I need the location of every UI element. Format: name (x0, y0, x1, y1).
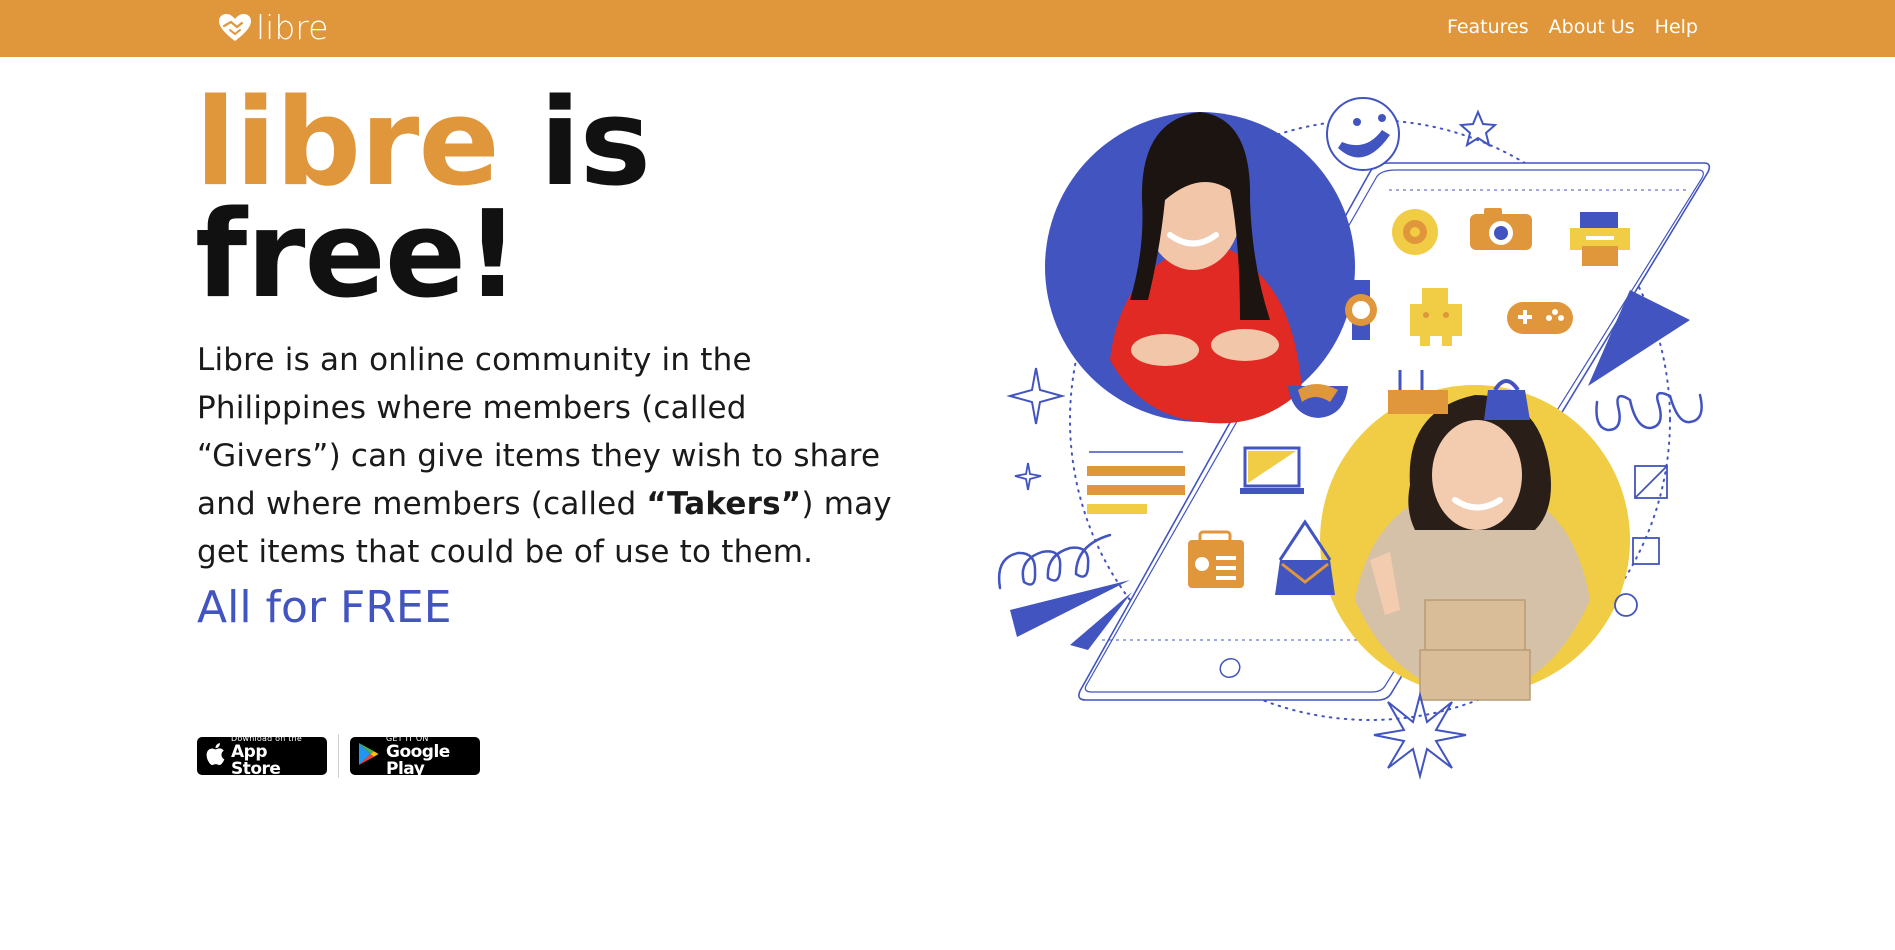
square-diagonal-icon (1634, 465, 1668, 499)
logo-text: libre (256, 8, 329, 47)
apple-icon (205, 742, 225, 770)
sparkle-small-icon (1014, 462, 1042, 491)
radio-icon (1188, 530, 1244, 588)
nav-link-help[interactable]: Help (1655, 16, 1698, 38)
squiggle-left-icon (997, 533, 1112, 590)
smiley-icon (1326, 97, 1400, 171)
sparkle-icon (1006, 367, 1066, 425)
starburst-icon (1373, 691, 1467, 780)
giver-portrait (1045, 112, 1355, 424)
spike-left-bottom-icon (1010, 580, 1130, 637)
store-badges: Download on the App Store GET IT ON Goog… (197, 734, 480, 778)
nav-link-features[interactable]: Features (1447, 16, 1529, 38)
top-navbar: libre Features About Us Help (0, 0, 1895, 57)
app-store-badge-text: Download on the App Store (231, 734, 319, 779)
hero-illustration (990, 90, 1720, 790)
hero-description-takers: “Takers” (646, 486, 802, 522)
google-play-badge[interactable]: GET IT ON Google Play (350, 734, 480, 779)
hero-title-is: is (498, 74, 652, 213)
nav-links: Features About Us Help (1447, 0, 1698, 53)
app-store-badge-big: App Store (231, 741, 281, 779)
coin-icon (1392, 209, 1438, 255)
camera-icon (1470, 208, 1532, 250)
app-store-badge[interactable]: Download on the App Store (197, 734, 327, 779)
hero-title: libre is free! (195, 84, 651, 316)
hero-description: Libre is an online community in the Phil… (197, 336, 897, 576)
hero-tagline: All for FREE (197, 582, 452, 633)
squiggle-right-icon (1595, 391, 1703, 432)
badge-divider (338, 734, 339, 778)
google-play-badge-text: GET IT ON Google Play (386, 734, 472, 779)
text-lines-icon (1087, 451, 1185, 514)
monitor-icon (1240, 446, 1304, 494)
nav-link-about-us[interactable]: About Us (1549, 16, 1635, 38)
gamepad-icon (1507, 302, 1573, 334)
square-outline-icon (1632, 537, 1660, 565)
google-play-badge-big: Google Play (386, 741, 450, 779)
ring-icon (1614, 593, 1638, 617)
heart-hands-logo-icon (218, 13, 252, 43)
google-play-icon (358, 742, 380, 770)
logo-link[interactable]: libre (218, 8, 328, 48)
hero-title-free: free! (195, 186, 520, 325)
